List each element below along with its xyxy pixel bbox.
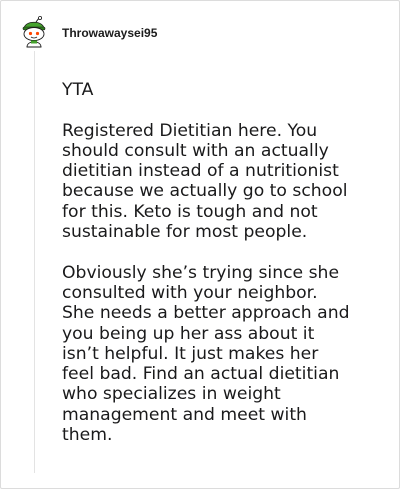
comment-author-username[interactable]: Throwawaysei95 (62, 25, 157, 41)
comment-paragraph: YTA (62, 80, 94, 100)
thread-line[interactable] (34, 51, 35, 473)
comment-body: YTA Registered Dietitian here. You shoul… (62, 80, 382, 445)
comment-card: Throwawaysei95 YTA Registered Dietitian … (0, 0, 400, 489)
snoo-avatar-icon (22, 15, 46, 48)
comment-paragraph: Obviously she’s trying since she consult… (62, 262, 350, 446)
comment-paragraph: Registered Dietitian here. You should co… (62, 120, 348, 243)
user-avatar[interactable] (19, 15, 49, 48)
